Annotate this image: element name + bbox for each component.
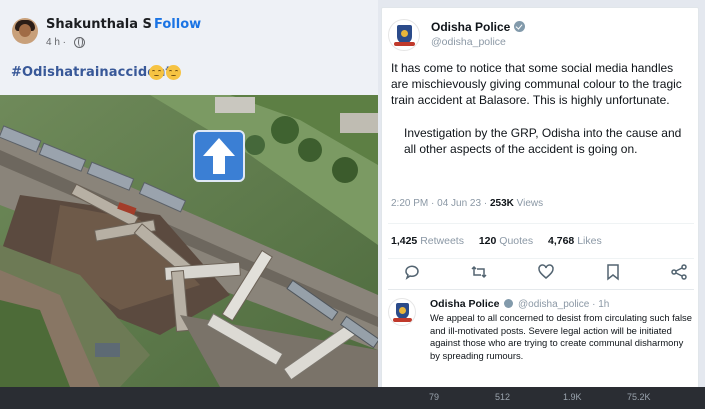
facebook-post: Shakunthala S · Follow 4 h · #Odishatrai… bbox=[0, 0, 378, 409]
views-label: Views bbox=[516, 198, 544, 209]
tweet-time[interactable]: 2:20 PM · 04 Jun 23 · bbox=[391, 198, 487, 209]
up-arrow-icon bbox=[203, 138, 235, 174]
reply-handle-time[interactable]: @odisha_police · 1h bbox=[518, 299, 609, 310]
post-time[interactable]: 4 h · bbox=[46, 37, 66, 48]
reply-header: Odisha Police @odisha_police · 1h bbox=[430, 298, 609, 310]
sad-face-emoji-icon bbox=[166, 65, 181, 80]
retweet-icon[interactable] bbox=[470, 263, 488, 281]
tweet-handle[interactable]: @odisha_police bbox=[431, 36, 506, 48]
reply-count[interactable]: 79 bbox=[429, 392, 439, 402]
likes-label[interactable]: Likes bbox=[577, 235, 602, 247]
views-count[interactable]: 75.2K bbox=[627, 392, 651, 402]
up-arrow-overlay bbox=[193, 130, 245, 182]
tweet-actions bbox=[382, 260, 700, 284]
tweet-paragraph: It has come to notice that some social m… bbox=[391, 61, 682, 108]
tweet-timestamp: 2:20 PM · 04 Jun 23 · 253K Views bbox=[391, 198, 543, 209]
divider bbox=[388, 289, 694, 290]
logo-star bbox=[399, 307, 406, 314]
quotes-label[interactable]: Quotes bbox=[499, 235, 533, 247]
like-icon[interactable] bbox=[537, 263, 555, 281]
logo-ribbon bbox=[394, 42, 415, 46]
tweet-stats: 1,425 Retweets 120 Quotes 4,768 Likes bbox=[391, 235, 602, 247]
tweet-display-name[interactable]: Odisha Police bbox=[431, 20, 510, 34]
divider bbox=[388, 223, 694, 224]
logo-ribbon bbox=[393, 318, 412, 322]
quotes-count[interactable]: 120 bbox=[479, 235, 497, 247]
views-count: 253K bbox=[489, 198, 514, 209]
retweet-count[interactable]: 512 bbox=[495, 392, 510, 402]
retweets-count[interactable]: 1,425 bbox=[391, 235, 417, 247]
likes-count[interactable]: 4,768 bbox=[548, 235, 574, 247]
like-count[interactable]: 1.9K bbox=[563, 392, 582, 402]
follow-button[interactable]: Follow bbox=[154, 17, 201, 32]
author-name[interactable]: Shakunthala S bbox=[46, 17, 152, 32]
aerial-accident-photo[interactable] bbox=[0, 95, 378, 387]
retweets-label[interactable]: Retweets bbox=[420, 235, 464, 247]
reply-body: We appeal to all concerned to desist fro… bbox=[430, 312, 692, 361]
avatar-face bbox=[19, 24, 31, 37]
reply-avatar[interactable] bbox=[388, 298, 416, 326]
reply-display-name[interactable]: Odisha Police bbox=[430, 298, 499, 310]
tweet-paragraph: Investigation by the GRP, Odisha into th… bbox=[404, 125, 682, 156]
tweet-body: It has come to notice that some social m… bbox=[391, 60, 693, 157]
globe-icon bbox=[74, 37, 85, 48]
facebook-post-header: Shakunthala S · Follow 4 h · #Odishatrai… bbox=[0, 0, 378, 95]
reply-icon[interactable] bbox=[403, 263, 421, 281]
odisha-police-logo[interactable] bbox=[388, 19, 420, 51]
logo-star bbox=[401, 30, 408, 37]
share-icon[interactable] bbox=[670, 263, 688, 281]
sad-face-emoji-icon bbox=[149, 65, 164, 80]
divider bbox=[388, 258, 694, 259]
verified-badge-icon bbox=[504, 299, 514, 308]
bottom-overlay-bar: 79 512 1.9K 75.2K bbox=[0, 387, 705, 409]
verified-badge-icon bbox=[514, 21, 525, 32]
aerial-photo-illustration bbox=[0, 95, 378, 387]
screenshot-frame: Shakunthala S · Follow 4 h · #Odishatrai… bbox=[0, 0, 705, 409]
bookmark-icon[interactable] bbox=[604, 263, 622, 281]
author-avatar[interactable] bbox=[12, 18, 38, 44]
tweet-card: Odisha Police @odisha_police It has come… bbox=[381, 7, 699, 391]
name-separator: · bbox=[142, 17, 147, 32]
